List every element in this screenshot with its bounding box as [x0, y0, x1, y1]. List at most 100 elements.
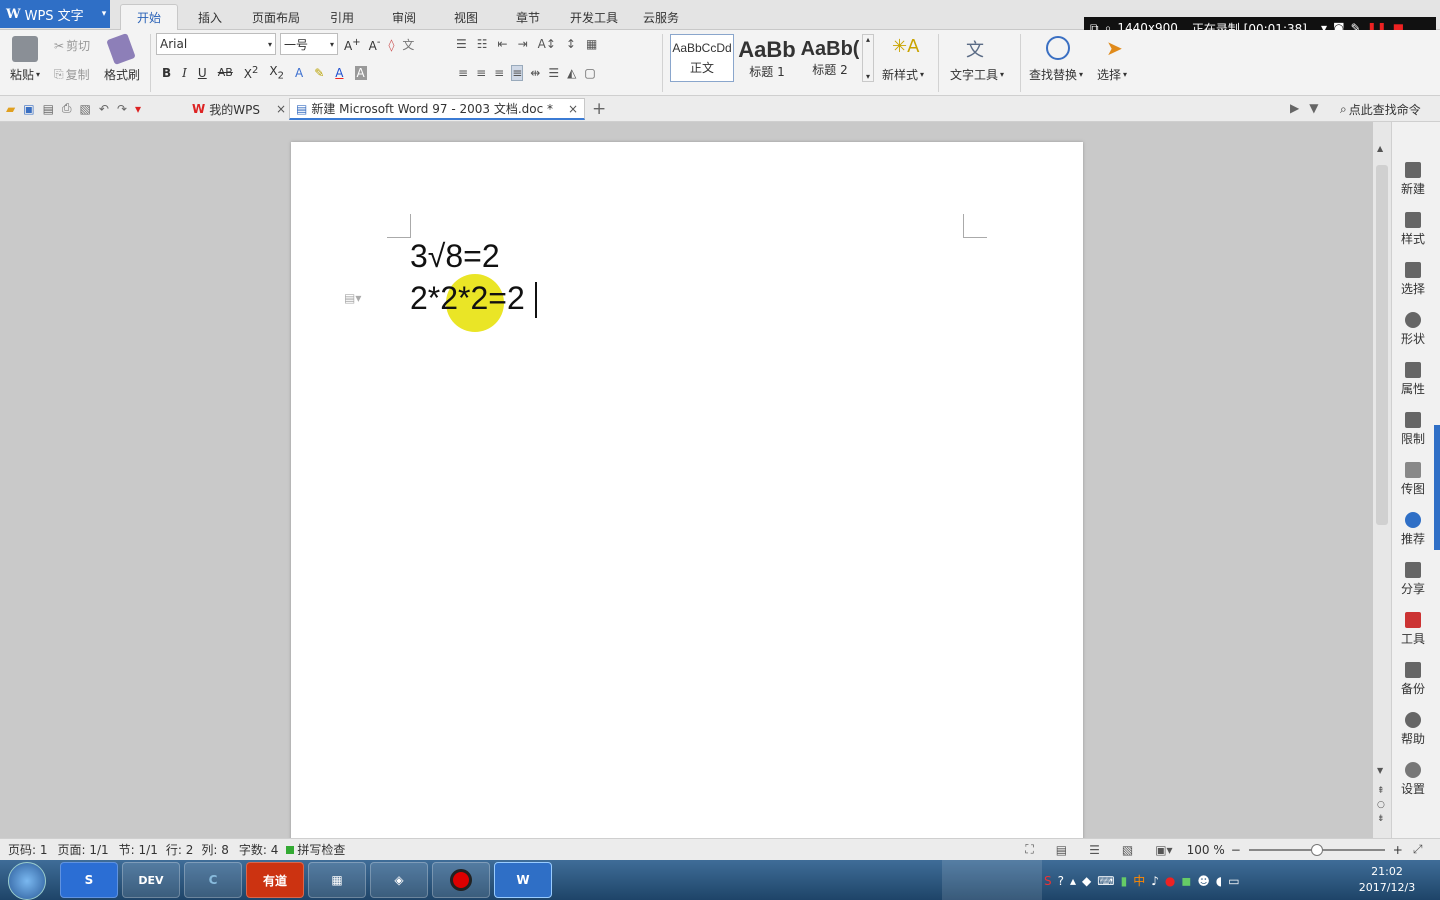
tab-page-layout[interactable]: 页面布局 [244, 4, 308, 30]
sidebar-item-select[interactable]: 选择 [1392, 262, 1434, 297]
start-button[interactable] [8, 862, 46, 900]
borders-icon[interactable]: ▢ [584, 66, 595, 80]
text-direction-icon[interactable]: A↕ [538, 37, 556, 51]
distribute-icon[interactable]: ⇹ [530, 66, 540, 80]
tab-start[interactable]: 开始 [120, 4, 178, 30]
page-nav-icon[interactable]: ⇞ ○ ⇟ [1377, 784, 1385, 826]
close-icon[interactable]: × [568, 102, 578, 116]
copy-button[interactable]: ⎘ 复制 [54, 66, 90, 83]
keyboard-icon[interactable]: ⌨ [1097, 874, 1114, 888]
text-effect-icon[interactable]: A [295, 66, 303, 80]
align-left-icon[interactable]: ≡ [458, 66, 468, 80]
highlight-icon[interactable]: ✎ [314, 66, 324, 80]
taskbar-clock[interactable]: 21:02 2017/12/3 [1352, 864, 1422, 896]
find-replace-icon[interactable] [1046, 36, 1070, 60]
open-icon[interactable]: ▰ [6, 102, 15, 116]
zoom-slider[interactable] [1248, 843, 1385, 856]
taskbar-sogou-icon[interactable]: S [60, 862, 118, 898]
table-icon[interactable]: ▦ [586, 37, 597, 51]
customize-icon[interactable]: ▾ [135, 102, 141, 116]
sidebar-item-share[interactable]: 分享 [1392, 562, 1434, 597]
strikethrough-icon[interactable]: AB [218, 66, 233, 79]
styles-scroll[interactable]: ▴ ▾ [862, 34, 874, 82]
sidebar-item-settings[interactable]: 设置 [1392, 762, 1434, 797]
sidebar-item-properties[interactable]: 属性 [1392, 362, 1434, 397]
decrease-indent-icon[interactable]: ⇤ [498, 37, 508, 51]
underline-icon[interactable]: U [198, 66, 207, 80]
save-icon[interactable]: ▣ [23, 102, 34, 116]
find-replace-button[interactable]: 查找替换 ▾ [1029, 66, 1083, 83]
help-tray-icon[interactable]: ? [1058, 874, 1064, 888]
style-heading-2[interactable]: AaBb( 标题 2 [800, 34, 860, 82]
clear-format-icon[interactable]: ◊ [388, 38, 394, 52]
print-icon[interactable]: ⎙ [62, 101, 72, 116]
scroll-up-icon[interactable]: ▲ [1377, 144, 1383, 153]
shrink-font-icon[interactable]: A- [369, 37, 381, 53]
sidebar-item-restrict[interactable]: 限制 [1392, 412, 1434, 447]
numbered-list-icon[interactable]: ☷ [477, 37, 488, 51]
superscript-icon[interactable]: X2 [244, 65, 259, 81]
font-color-icon[interactable]: A [335, 66, 343, 80]
tab-insert[interactable]: 插入 [188, 4, 232, 30]
reading-view-icon[interactable]: ▣▾ [1155, 843, 1172, 857]
sidebar-item-help[interactable]: 帮助 [1392, 712, 1434, 747]
format-painter-button[interactable]: 格式刷 [104, 66, 140, 83]
bullet-list-icon[interactable]: ☰ [456, 37, 467, 51]
taskbar-app-icon[interactable]: ◈ [370, 862, 428, 898]
command-search[interactable]: ⌕ 点此查找命令 [1340, 101, 1421, 118]
sidebar-item-tools[interactable]: 工具 [1392, 612, 1434, 647]
scrollbar-thumb[interactable] [1376, 165, 1388, 525]
align-right-icon[interactable]: ≡ [494, 66, 504, 80]
document-line-1[interactable]: 3√8=2 [410, 238, 500, 275]
grow-font-icon[interactable]: A+ [344, 37, 361, 53]
sidebar-item-new[interactable]: 新建 [1392, 162, 1434, 197]
network-icon[interactable]: ▭ [1228, 874, 1239, 888]
align-center-icon[interactable]: ≡ [476, 66, 486, 80]
paste-button[interactable]: 粘贴 ▾ [10, 66, 40, 83]
feedback-icon[interactable]: ▼ [1309, 101, 1318, 115]
style-heading-1[interactable]: AaBb 标题 1 [736, 34, 798, 82]
tab-my-wps[interactable]: W 我的WPS × [192, 98, 286, 120]
italic-icon[interactable]: I [182, 66, 187, 80]
taskbar-c-icon[interactable]: C [184, 862, 242, 898]
new-style-button[interactable]: 新样式 ▾ [882, 66, 924, 83]
tab-view[interactable]: 视图 [444, 4, 488, 30]
chart-tray-icon[interactable]: ▮ [1121, 874, 1128, 888]
sort-icon[interactable]: ↕ [566, 37, 576, 51]
tab-developer[interactable]: 开发工具 [564, 4, 624, 30]
taskbar-youdao-icon[interactable]: 有道 [246, 862, 304, 898]
taskbar-dev-icon[interactable]: DEV [122, 862, 180, 898]
redo-icon[interactable]: ↷ [117, 102, 127, 116]
expand-icon[interactable]: ⤢ [1413, 842, 1423, 857]
paste-icon[interactable] [12, 36, 38, 62]
sogou-tray-icon[interactable]: S [1044, 874, 1052, 888]
app-menu-button[interactable]: W WPS 文字 ▾ [0, 0, 110, 28]
char-shading-icon[interactable]: A [354, 65, 367, 80]
select-cursor-icon[interactable]: ➤ [1106, 36, 1123, 60]
qq-icon[interactable]: ☻ [1197, 874, 1210, 888]
fullscreen-icon[interactable]: ⛶ [1025, 842, 1033, 857]
paragraph-options-icon[interactable]: ▤▾ [344, 291, 361, 305]
line-spacing-icon[interactable]: ☰ [548, 66, 559, 80]
phonetic-icon[interactable]: 文 [402, 36, 414, 53]
print-preview-icon[interactable]: ▧ [80, 102, 91, 116]
new-tab-icon[interactable]: + [592, 99, 606, 119]
tab-cloud-service[interactable]: 云服务 [636, 4, 686, 30]
status-word-count[interactable]: 字数: 4 [239, 841, 279, 858]
document-line-2[interactable]: 2*2*2=2 [410, 280, 525, 317]
sidebar-item-backup[interactable]: 备份 [1392, 662, 1434, 697]
text-tools-icon[interactable]: 文 [966, 36, 984, 62]
shading-icon[interactable]: ◭ [567, 66, 576, 80]
page-view-icon[interactable]: ▤ [1056, 843, 1067, 857]
taskbar-calculator-icon[interactable]: ▦ [308, 862, 366, 898]
bold-icon[interactable]: B [162, 66, 171, 80]
zoom-out-icon[interactable]: − [1231, 843, 1241, 857]
tab-chapter[interactable]: 章节 [506, 4, 550, 30]
sync-icon[interactable]: ▶ [1290, 101, 1299, 115]
ime-chinese-icon[interactable]: 中 [1133, 872, 1145, 889]
increase-indent-icon[interactable]: ⇥ [518, 37, 528, 51]
tab-review[interactable]: 审阅 [382, 4, 426, 30]
web-view-icon[interactable]: ▧ [1122, 843, 1133, 857]
taskbar-recorder-icon[interactable] [432, 862, 490, 898]
new-style-icon[interactable]: ✳A [892, 36, 919, 60]
